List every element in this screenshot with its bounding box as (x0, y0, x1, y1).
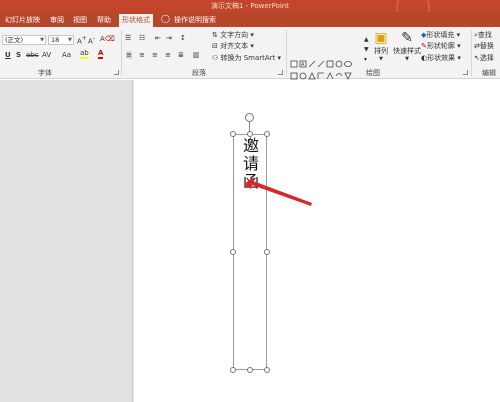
highlight-icon[interactable]: ab (80, 49, 89, 59)
drawing-group-label: 绘图 (366, 69, 380, 77)
find-label: 查找 (477, 31, 492, 39)
select-button[interactable]: ↖选择 (474, 54, 494, 63)
numbering-icon[interactable]: ☷ (139, 34, 145, 43)
shape-outline-button[interactable]: ✎形状轮廓 ▾ (421, 42, 461, 51)
grow-font-icon[interactable]: A+ (77, 35, 87, 46)
chevron-down-icon: ▼ (68, 37, 72, 43)
strikethrough-button[interactable]: abc (26, 51, 39, 60)
font-size-value: 18 (51, 36, 60, 44)
gallery-scroll-up-icon[interactable]: ▲ (364, 35, 369, 44)
resize-handle-top-right[interactable] (264, 131, 270, 137)
chevron-down-icon: ▼ (40, 37, 44, 43)
group-divider (121, 30, 122, 76)
change-case-button[interactable]: Aa (62, 51, 71, 60)
find-button[interactable]: ⌕查找 (474, 31, 492, 40)
tab-slideshow[interactable]: 幻灯片放映 (2, 14, 43, 26)
rotate-handle-icon[interactable] (245, 113, 254, 122)
group-divider (471, 30, 472, 76)
quick-styles-icon: ✎ (401, 30, 413, 46)
smartart-icon: ⚇ (212, 54, 219, 62)
replace-button[interactable]: ⇄替换 (474, 42, 494, 51)
lightbulb-icon: ◯ (161, 14, 170, 23)
font-color-label: A (98, 49, 104, 59)
slide-canvas[interactable] (134, 80, 500, 402)
align-text-label: 对齐文本 (220, 42, 249, 50)
tab-help[interactable]: 帮助 (94, 14, 114, 26)
font-size-dropdown[interactable]: 18 ▼ (48, 35, 74, 45)
tab-shape-format[interactable]: 形状格式 (119, 14, 153, 27)
justify-icon[interactable]: ≡ (165, 51, 171, 60)
resize-handle-left[interactable] (230, 249, 236, 255)
text-direction-icon: ⇅ (212, 31, 218, 39)
group-divider (286, 30, 287, 76)
tab-review[interactable]: 审阅 (47, 14, 67, 26)
char-spacing-button[interactable]: AV (42, 51, 51, 60)
line-spacing-icon[interactable]: ↕ (180, 34, 186, 43)
chevron-down-icon: ▼ (405, 56, 409, 62)
font-dialog-launcher[interactable] (114, 70, 119, 75)
align-left-icon[interactable]: ≡ (125, 51, 133, 60)
clear-format-icon[interactable]: A⌫ (100, 35, 115, 44)
convert-smartart-button[interactable]: ⚇ 转换为 SmartArt ▾ (212, 54, 281, 63)
ribbon: (正文) ▼ 18 ▼ A+ A- A⌫ U S abc AV Aa ab A … (0, 27, 500, 93)
svg-text:A: A (301, 62, 305, 68)
align-text-button[interactable]: ⊟ 对齐文本 ▾ (212, 42, 254, 51)
shape-outline-label: 形状轮廓 (426, 42, 455, 50)
arrange-button[interactable]: ▣ 排列 ▼ (370, 30, 392, 62)
resize-handle-bottom-left[interactable] (230, 367, 236, 373)
shadow-button[interactable]: S (16, 51, 21, 60)
shape-fill-label: 形状填充 (426, 31, 455, 39)
select-label: 选择 (479, 54, 494, 62)
resize-handle-right[interactable] (264, 249, 270, 255)
quick-styles-button[interactable]: ✎ 快速样式 ▼ (392, 30, 422, 62)
chevron-down-icon: ▼ (379, 56, 383, 62)
tab-view[interactable]: 视图 (70, 14, 90, 26)
convert-smartart-label: 转换为 SmartArt (220, 54, 276, 62)
text-direction-button[interactable]: ⇅ 文字方向 ▾ (212, 31, 254, 40)
tell-me-search[interactable]: 操作说明搜索 (174, 14, 216, 26)
shape-fill-button[interactable]: ◆形状填充 ▾ (421, 31, 460, 40)
align-right-icon[interactable]: ≡ (152, 51, 158, 60)
replace-label: 替换 (479, 42, 494, 50)
align-center-icon[interactable]: ≡ (139, 51, 145, 60)
text-direction-label: 文字方向 (220, 31, 249, 39)
distributed-icon[interactable]: ≣ (178, 51, 184, 60)
annotation-arrow-icon (244, 177, 312, 206)
columns-icon[interactable]: ▥ (193, 51, 200, 60)
font-group-label: 字体 (38, 69, 52, 77)
shrink-font-icon[interactable]: A- (88, 35, 95, 46)
thumbnail-pane[interactable] (0, 80, 133, 402)
editing-group-label: 编辑 (482, 69, 496, 77)
drawing-dialog-launcher[interactable] (463, 70, 468, 75)
resize-handle-top[interactable] (247, 131, 253, 137)
shape-effects-button[interactable]: ◐形状效果 ▾ (421, 54, 461, 63)
font-name-dropdown[interactable]: (正文) ▼ (2, 35, 46, 45)
gallery-scroll-down-icon[interactable]: ▼ (364, 45, 369, 54)
arrange-icon: ▣ (374, 30, 388, 46)
shape-effects-label: 形状效果 (427, 54, 456, 62)
increase-indent-icon[interactable]: ⇥ (166, 34, 172, 43)
resize-handle-bottom[interactable] (247, 367, 253, 373)
paragraph-dialog-launcher[interactable] (278, 70, 283, 75)
bullets-icon[interactable]: ☰ (125, 34, 131, 43)
font-color-button[interactable]: A (98, 49, 104, 59)
resize-handle-bottom-right[interactable] (264, 367, 270, 373)
gallery-more-icon[interactable]: ▾ (364, 55, 367, 64)
quick-styles-label: 快速样式 (393, 47, 421, 55)
title-bar: 演示文稿1 - PowerPoint (0, 0, 500, 24)
resize-handle-top-left[interactable] (230, 131, 236, 137)
underline-button[interactable]: U (5, 51, 11, 60)
ribbon-tabs: 幻灯片放映 审阅 视图 帮助 形状格式 ◯ 操作说明搜索 (0, 12, 500, 27)
arrange-label: 排列 (374, 47, 388, 55)
font-name-value: (正文) (5, 36, 24, 44)
align-text-icon: ⊟ (212, 42, 218, 50)
decrease-indent-icon[interactable]: ⇤ (155, 34, 161, 43)
paragraph-group-label: 段落 (192, 69, 206, 77)
